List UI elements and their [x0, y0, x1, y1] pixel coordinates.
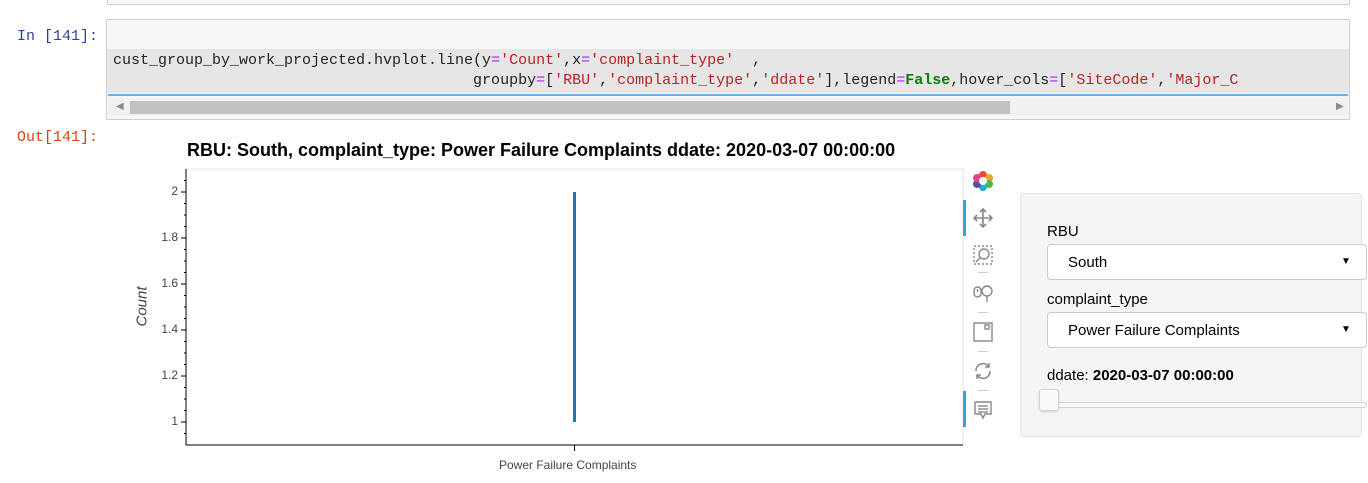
y-tick-label: 1 — [171, 414, 178, 428]
ddate-label: ddate: 2020-03-07 00:00:00 — [1047, 367, 1234, 384]
ddate-slider-track[interactable] — [1047, 402, 1367, 408]
rbu-label: RBU — [1047, 223, 1079, 240]
pan-icon[interactable] — [970, 204, 996, 232]
y-tick-label: 1.8 — [161, 230, 178, 244]
wheel-zoom-icon[interactable] — [970, 279, 996, 307]
y-tick-label: 1.4 — [161, 322, 178, 336]
box-zoom-icon[interactable] — [970, 241, 996, 269]
toolbar-divider — [978, 351, 988, 352]
hover-icon[interactable] — [970, 396, 996, 424]
complaint-type-select[interactable]: Power Failure Complaints ▼ — [1047, 312, 1367, 348]
y-tick-label: 1.6 — [161, 276, 178, 290]
chevron-down-icon: ▼ — [1341, 324, 1351, 335]
complaint-type-label: complaint_type — [1047, 291, 1148, 308]
toolbar-divider — [978, 272, 988, 273]
rbu-select[interactable]: South ▼ — [1047, 244, 1367, 280]
hover-tool-active-indicator — [963, 391, 966, 427]
save-icon[interactable] — [970, 318, 996, 346]
reset-icon[interactable] — [970, 357, 996, 385]
toolbar-divider — [978, 312, 988, 313]
rbu-select-value: South — [1068, 254, 1108, 271]
bokeh-logo-icon[interactable] — [970, 167, 996, 195]
y-tick-label: 1.2 — [161, 368, 178, 382]
ddate-value: 2020-03-07 00:00:00 — [1092, 367, 1234, 384]
y-tick-label: 2 — [171, 184, 178, 198]
widget-panel: RBU South ▼ complaint_type Power Failure… — [1020, 193, 1367, 437]
complaint-type-select-value: Power Failure Complaints — [1068, 322, 1240, 339]
pan-tool-active-indicator — [963, 200, 966, 236]
x-tick-label: Power Failure Complaints — [499, 458, 637, 472]
chevron-down-icon: ▼ — [1341, 256, 1351, 267]
toolbar-divider — [978, 390, 988, 391]
ddate-slider-handle[interactable] — [1039, 389, 1059, 411]
